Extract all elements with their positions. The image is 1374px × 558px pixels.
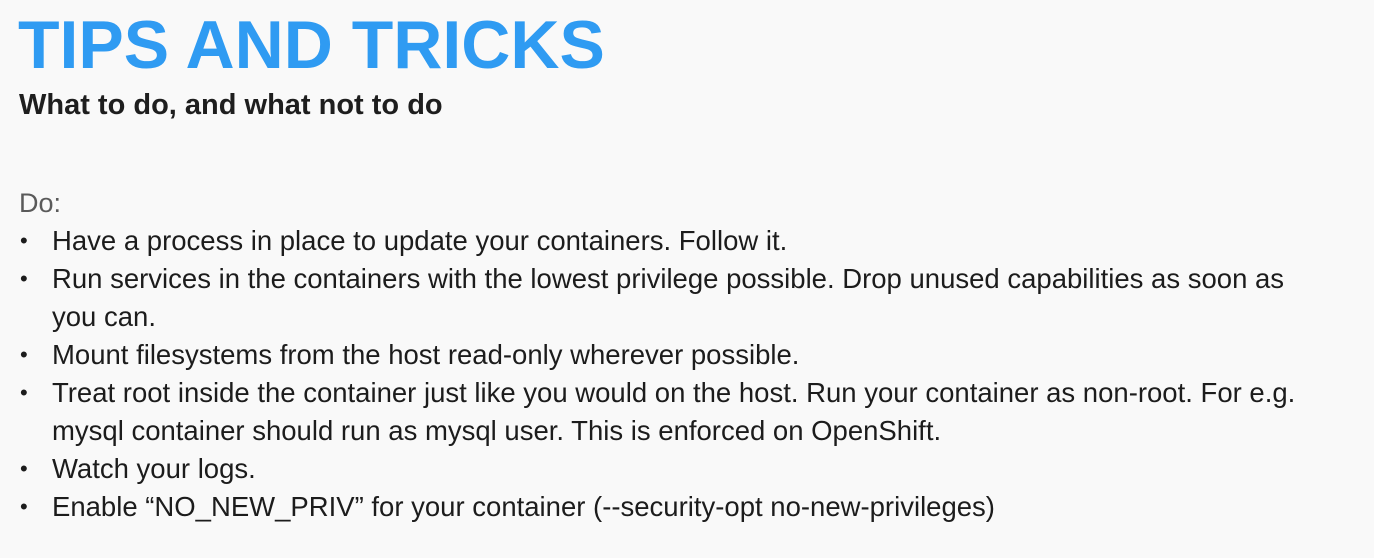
bullet-list: • Have a process in place to update your… (0, 222, 1374, 526)
bullet-text: Have a process in place to update your c… (52, 225, 788, 256)
bullet-icon: • (20, 380, 28, 405)
bullet-icon: • (20, 494, 28, 519)
bullet-text: Watch your logs. (52, 453, 256, 484)
slide-title: TIPS AND TRICKS (18, 7, 605, 83)
bullet-icon: • (20, 266, 28, 291)
bullet-item: • Treat root inside the container just l… (0, 374, 1374, 450)
bullet-text: Run services in the containers with the … (52, 263, 1285, 332)
slide-subtitle: What to do, and what not to do (19, 89, 443, 121)
bullet-item: • Mount filesystems from the host read-o… (0, 336, 1374, 374)
bullet-item: • Watch your logs. (0, 450, 1374, 488)
bullet-text: Mount filesystems from the host read-onl… (52, 339, 800, 370)
bullet-icon: • (20, 456, 28, 481)
slide: TIPS AND TRICKS What to do, and what not… (0, 0, 1374, 558)
bullet-item: • Run services in the containers with th… (0, 260, 1374, 336)
bullet-item: • Have a process in place to update your… (0, 222, 1374, 260)
bullet-text: Treat root inside the container just lik… (52, 377, 1296, 446)
bullet-icon: • (20, 228, 28, 253)
bullet-text: Enable “NO_NEW_PRIV” for your container … (52, 491, 995, 522)
section-label-do: Do: (19, 188, 62, 218)
bullet-icon: • (20, 342, 28, 367)
bullet-item: • Enable “NO_NEW_PRIV” for your containe… (0, 488, 1374, 526)
